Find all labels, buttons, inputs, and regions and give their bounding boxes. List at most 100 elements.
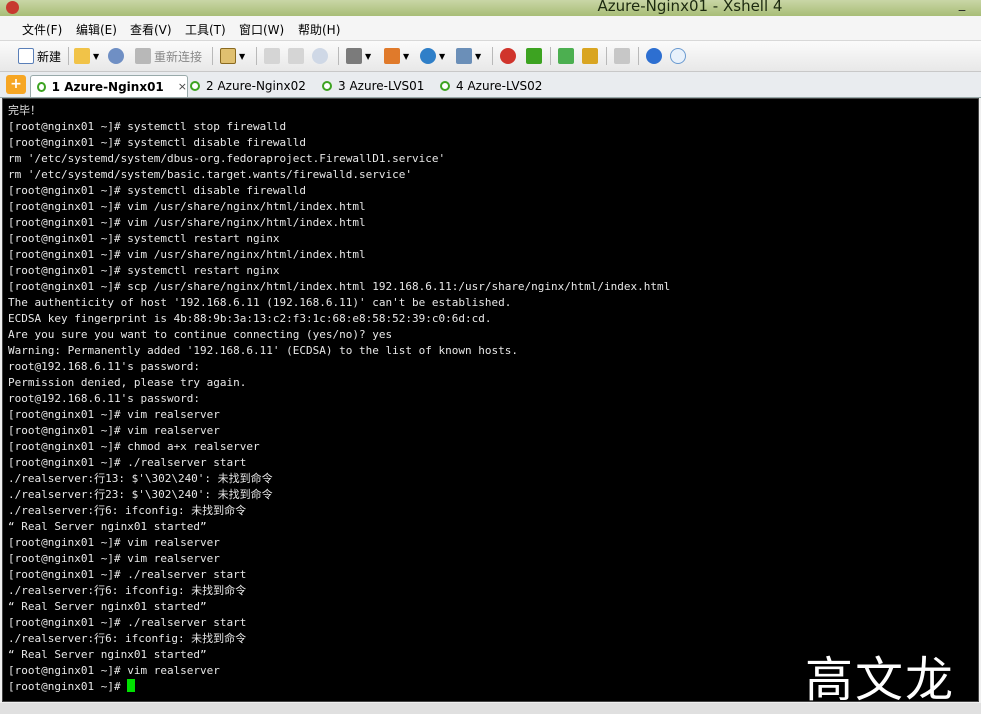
session-tab-bar: + 1 Azure-Nginx01 × 2 Azure-Nginx02 3 Az…	[0, 72, 981, 98]
tab-label: 1 Azure-Nginx01	[51, 79, 164, 94]
terminal-line: rm '/etc/systemd/system/basic.target.wan…	[8, 168, 412, 181]
terminal-line: [root@nginx01 ~]# vim realserver	[8, 664, 220, 677]
dropdown-arrow-icon: ▼	[439, 51, 446, 61]
globe-icon	[420, 48, 436, 64]
new-session-button[interactable]: 新建	[18, 47, 61, 65]
keyboard-icon	[614, 48, 630, 64]
terminal-line: The authenticity of host '192.168.6.11 (…	[8, 296, 512, 309]
terminal-cursor	[127, 679, 136, 692]
terminal-line: [root@nginx01 ~]# vim realserver	[8, 536, 220, 549]
reconnect-button[interactable]: 重新连接	[135, 47, 202, 65]
connected-status-icon	[37, 81, 46, 92]
toolbar: 新建 ▼ 重新连接 ▼ ▼ ▼ ▼ ▼	[0, 41, 981, 72]
terminal-line: [root@nginx01 ~]# vim realserver	[8, 408, 220, 421]
toolbar-separator	[212, 47, 213, 65]
terminal-line: [root@nginx01 ~]# ./realserver start	[8, 568, 247, 581]
find-button[interactable]	[312, 47, 328, 65]
script-button[interactable]	[526, 47, 542, 65]
transfer-button[interactable]: ▼	[384, 47, 409, 65]
lock-icon	[582, 48, 598, 64]
keyboard-button[interactable]	[614, 47, 630, 65]
terminal-line: [root@nginx01 ~]# systemctl restart ngin…	[8, 232, 280, 245]
toolbar-separator	[606, 47, 607, 65]
close-tab-icon[interactable]: ×	[178, 80, 187, 93]
terminal-line: [root@nginx01 ~]# systemctl disable fire…	[8, 136, 307, 149]
terminal-line: Warning: Permanently added '192.168.6.11…	[8, 344, 518, 357]
dropdown-arrow-icon: ▼	[403, 51, 410, 61]
menu-file[interactable]: 文件(F)	[22, 21, 62, 38]
connected-status-icon	[440, 80, 450, 91]
status-bar	[0, 703, 981, 714]
terminal-line: [root@nginx01 ~]# chmod a+x realserver	[8, 440, 260, 453]
dropdown-arrow-icon: ▼	[239, 51, 246, 61]
terminal-line: [root@nginx01 ~]# vim realserver	[8, 424, 220, 437]
connect-button[interactable]	[108, 47, 124, 65]
toolbar-separator	[256, 47, 257, 65]
dropdown-arrow-icon: ▼	[93, 51, 100, 61]
fullscreen-button[interactable]	[558, 47, 574, 65]
title-bar: Azure-Nginx01 - Xshell 4 _	[0, 0, 981, 16]
speech-bubble-icon	[670, 48, 686, 64]
new-button-label: 新建	[37, 49, 62, 64]
menu-window[interactable]: 窗口(W)	[239, 21, 284, 38]
link-icon	[108, 48, 124, 64]
tab-azure-nginx02[interactable]: 2 Azure-Nginx02	[190, 75, 310, 96]
dropdown-arrow-icon: ▼	[365, 51, 372, 61]
font-button[interactable]: ▼	[456, 47, 481, 65]
globe-button[interactable]: ▼	[420, 47, 445, 65]
tab-azure-nginx01[interactable]: 1 Azure-Nginx01 ×	[30, 75, 188, 97]
xftp-button[interactable]	[500, 47, 516, 65]
terminal-line: ./realserver:行13: $'\302\240': 未找到命令	[8, 472, 273, 485]
transfer-icon	[384, 48, 400, 64]
dropdown-arrow-icon: ▼	[475, 51, 482, 61]
minimize-button[interactable]: _	[949, 0, 975, 14]
toolbar-separator	[338, 47, 339, 65]
menu-view[interactable]: 查看(V)	[130, 21, 172, 38]
window-title: Azure-Nginx01 - Xshell 4	[597, 0, 783, 15]
terminal-line: [root@nginx01 ~]# ./realserver start	[8, 456, 247, 469]
properties-button[interactable]: ▼	[220, 47, 245, 65]
menu-tools[interactable]: 工具(T)	[185, 21, 226, 38]
connected-status-icon	[190, 80, 200, 91]
properties-icon	[220, 48, 236, 64]
chat-button[interactable]	[670, 47, 686, 65]
paste-button[interactable]	[288, 47, 304, 65]
add-tab-button[interactable]: +	[6, 75, 26, 94]
terminal-line: [root@nginx01 ~]# vim /usr/share/nginx/h…	[8, 248, 366, 261]
toolbar-separator	[550, 47, 551, 65]
new-document-icon	[18, 48, 34, 64]
reconnect-icon	[135, 48, 151, 64]
print-button[interactable]: ▼	[346, 47, 371, 65]
toolbar-separator	[492, 47, 493, 65]
xftp-icon	[500, 48, 516, 64]
tab-azure-lvs02[interactable]: 4 Azure-LVS02	[440, 75, 550, 96]
terminal-line: [root@nginx01 ~]# vim realserver	[8, 552, 220, 565]
terminal-line: [root@nginx01 ~]# vim /usr/share/nginx/h…	[8, 200, 366, 213]
terminal-line: “ Real Server nginx01 started”	[8, 600, 207, 613]
tab-azure-lvs01[interactable]: 3 Azure-LVS01	[322, 75, 432, 96]
help-button[interactable]	[646, 47, 662, 65]
terminal-view[interactable]: 完毕！ [root@nginx01 ~]# systemctl stop fir…	[2, 98, 979, 702]
script-icon	[526, 48, 542, 64]
terminal-line: [root@nginx01 ~]# vim /usr/share/nginx/h…	[8, 216, 366, 229]
terminal-line: “ Real Server nginx01 started”	[8, 520, 207, 533]
connected-status-icon	[322, 80, 332, 91]
watermark: 高文龙	[805, 652, 956, 708]
terminal-prompt: [root@nginx01 ~]#	[8, 680, 128, 693]
terminal-prompt-line[interactable]: [root@nginx01 ~]#	[8, 679, 670, 695]
xshell-app-icon[interactable]	[6, 1, 19, 14]
terminal-line: [root@nginx01 ~]# systemctl restart ngin…	[8, 264, 280, 277]
copy-button[interactable]	[264, 47, 280, 65]
menu-help[interactable]: 帮助(H)	[298, 21, 340, 38]
terminal-line: ./realserver:行6: ifconfig: 未找到命令	[8, 504, 247, 517]
menu-edit[interactable]: 编辑(E)	[76, 21, 117, 38]
reconnect-button-label: 重新连接	[154, 49, 203, 64]
magnifier-icon	[312, 48, 328, 64]
terminal-line: [root@nginx01 ~]# ./realserver start	[8, 616, 247, 629]
terminal-line: [root@nginx01 ~]# systemctl stop firewal…	[8, 120, 287, 133]
terminal-line: ./realserver:行23: $'\302\240': 未找到命令	[8, 488, 273, 501]
printer-icon	[346, 48, 362, 64]
lock-button[interactable]	[582, 47, 598, 65]
open-folder-button[interactable]: ▼	[74, 47, 99, 65]
terminal-line: ./realserver:行6: ifconfig: 未找到命令	[8, 584, 247, 597]
